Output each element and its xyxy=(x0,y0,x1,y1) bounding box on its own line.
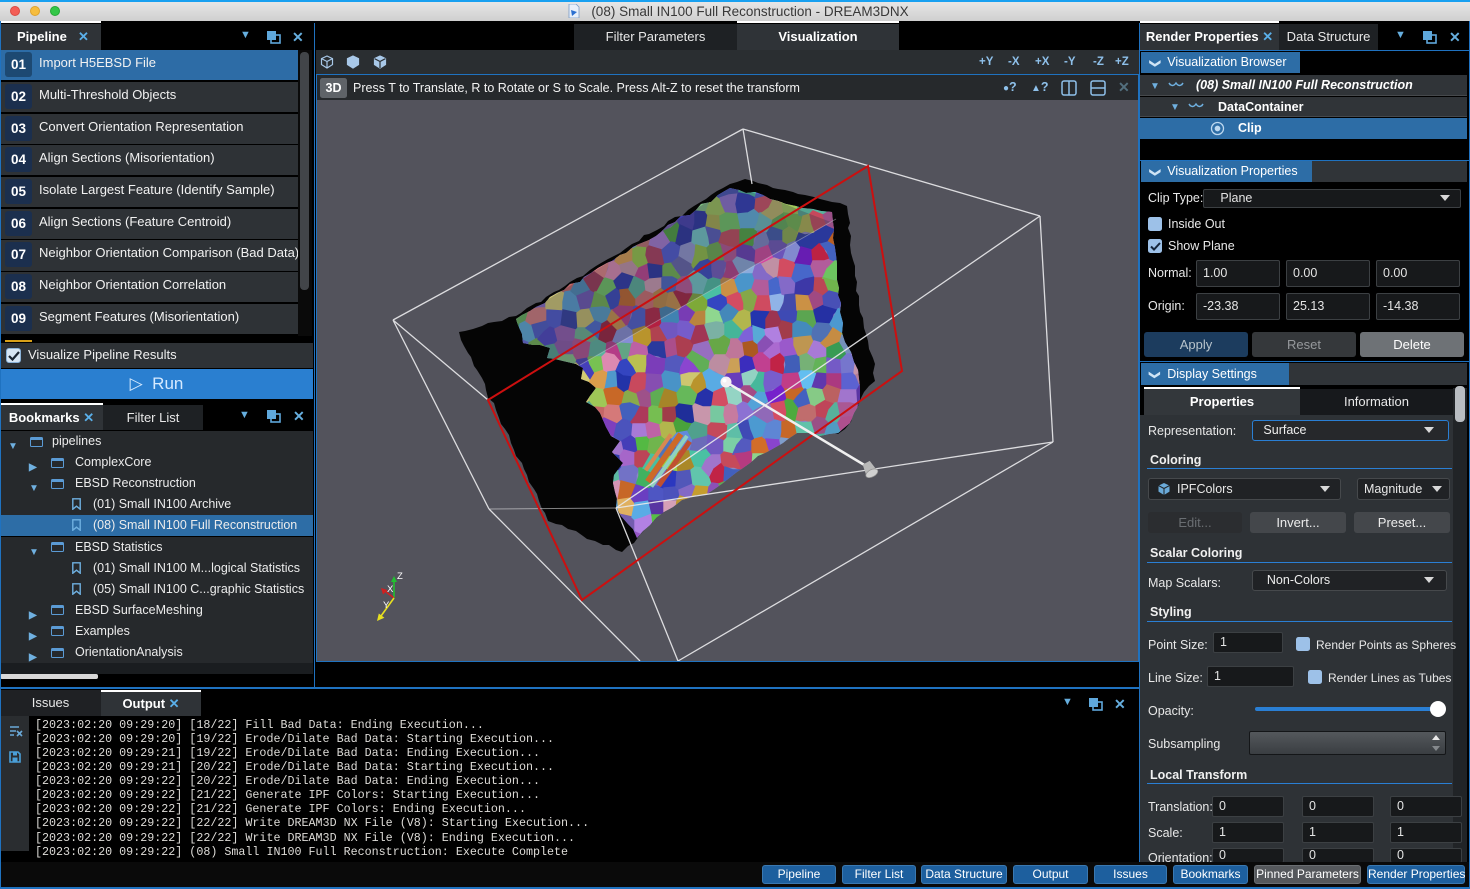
svg-text:Y: Y xyxy=(383,600,390,611)
svg-text:X: X xyxy=(387,584,394,595)
svg-text:Z: Z xyxy=(397,571,403,582)
